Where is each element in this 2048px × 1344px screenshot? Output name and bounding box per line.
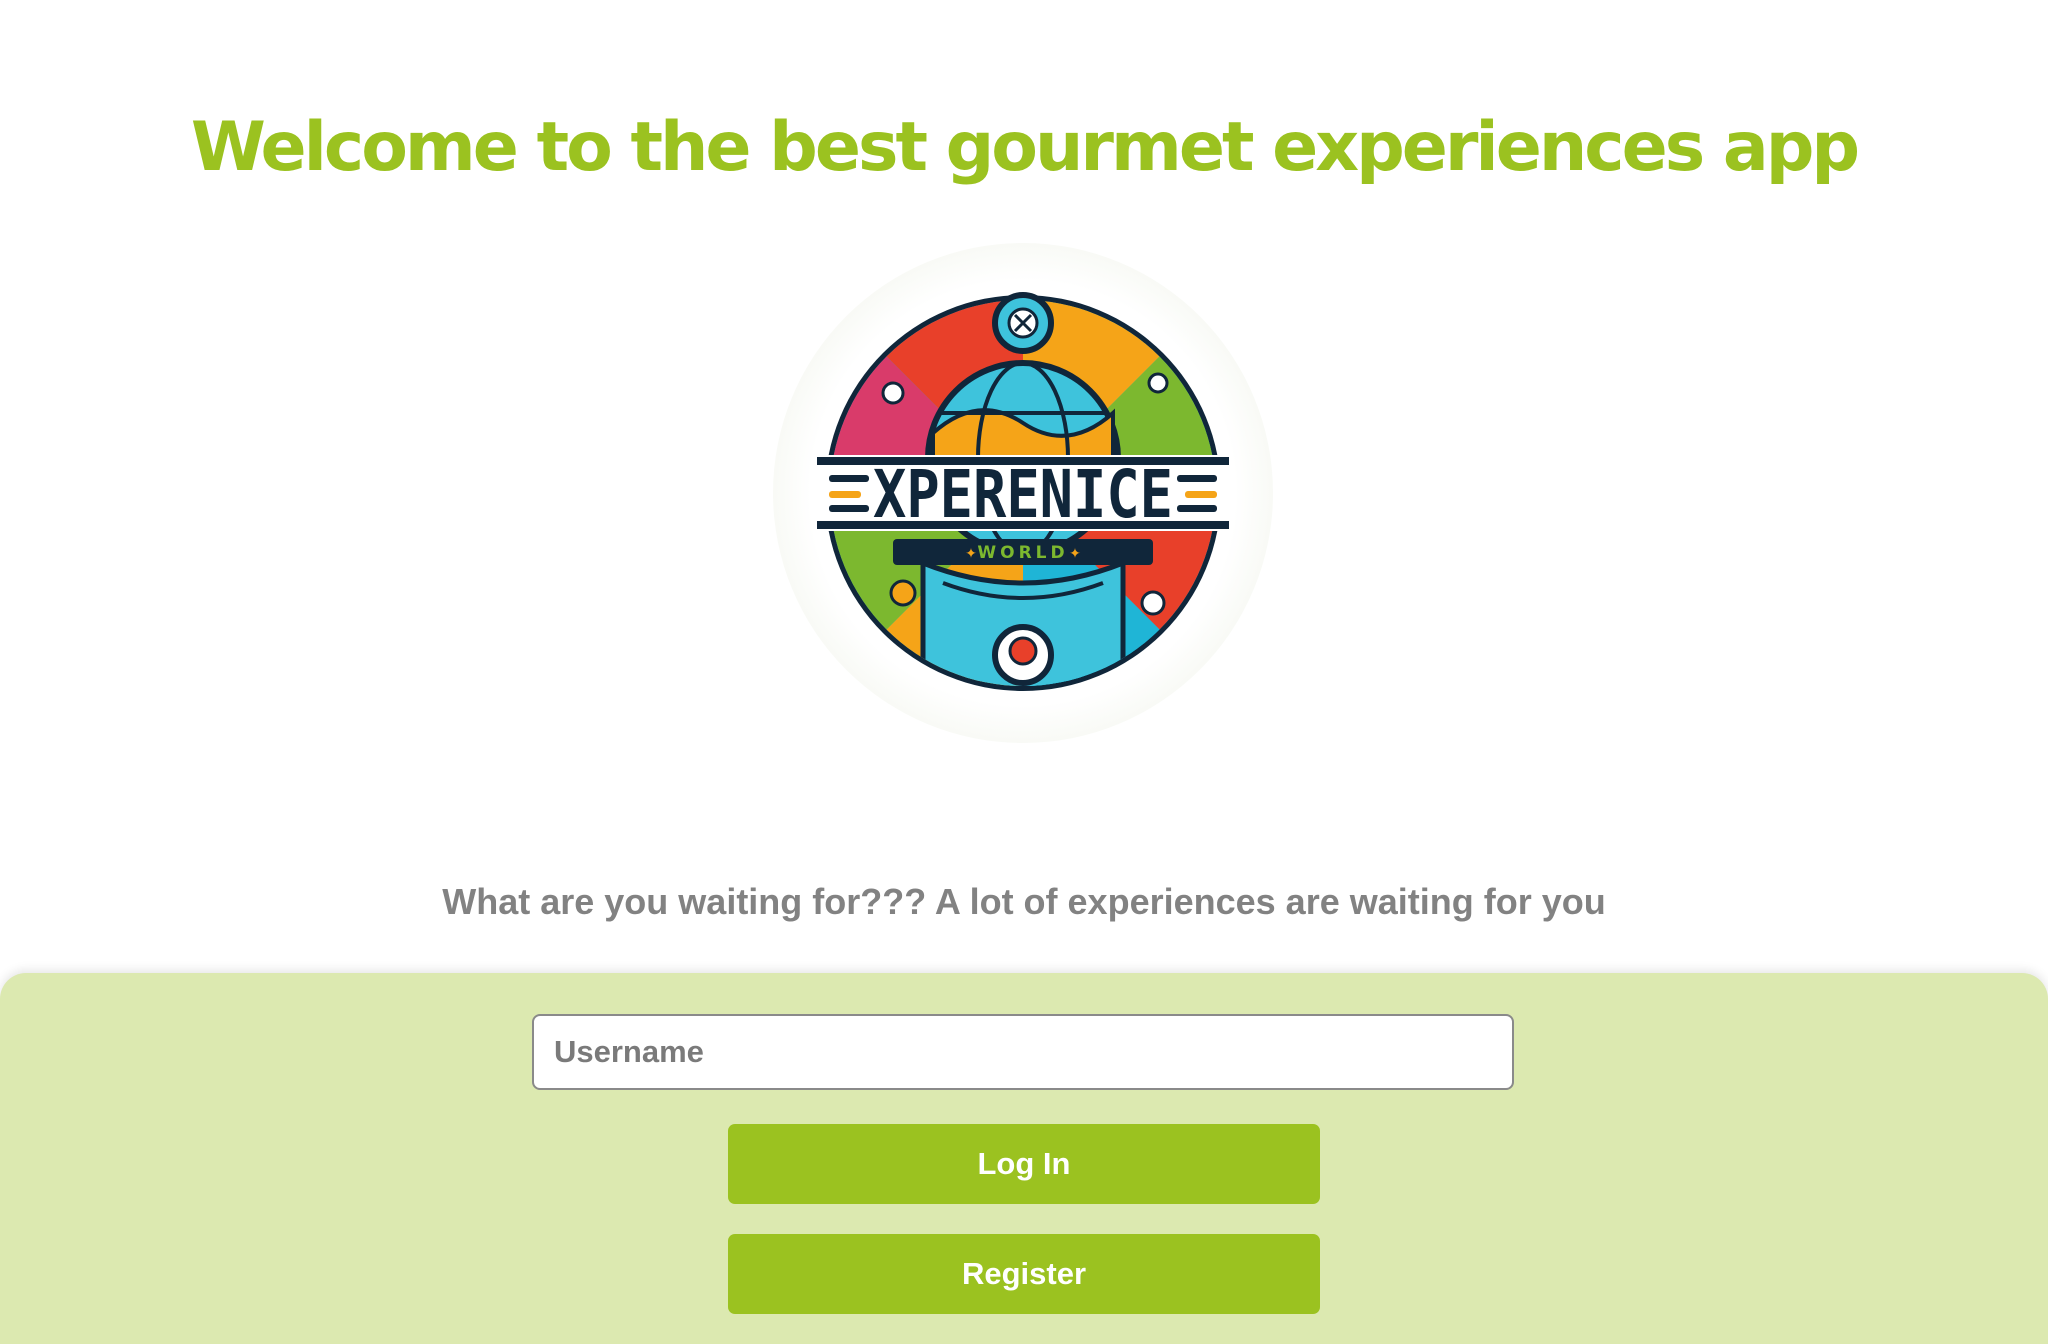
login-panel: Log In Register [0, 973, 2048, 1344]
logo-sub-text: WORLD [977, 543, 1068, 563]
tagline-text: What are you waiting for??? A lot of exp… [442, 881, 1606, 922]
svg-text:✦: ✦ [1069, 545, 1081, 561]
experience-world-logo: XPERENICE WORLD ✦ ✦ [773, 243, 1273, 743]
page-title: Welcome to the best gourmet experiences … [190, 108, 1860, 187]
svg-text:✦: ✦ [965, 545, 977, 561]
logo-main-text: XPERENICE [873, 456, 1173, 533]
logo-emblem: XPERENICE WORLD ✦ ✦ [817, 292, 1229, 691]
username-input[interactable] [532, 1014, 1514, 1090]
welcome-page: Welcome to the best gourmet experiences … [0, 0, 2048, 1344]
register-button[interactable]: Register [728, 1234, 1320, 1314]
login-button[interactable]: Log In [728, 1124, 1320, 1204]
